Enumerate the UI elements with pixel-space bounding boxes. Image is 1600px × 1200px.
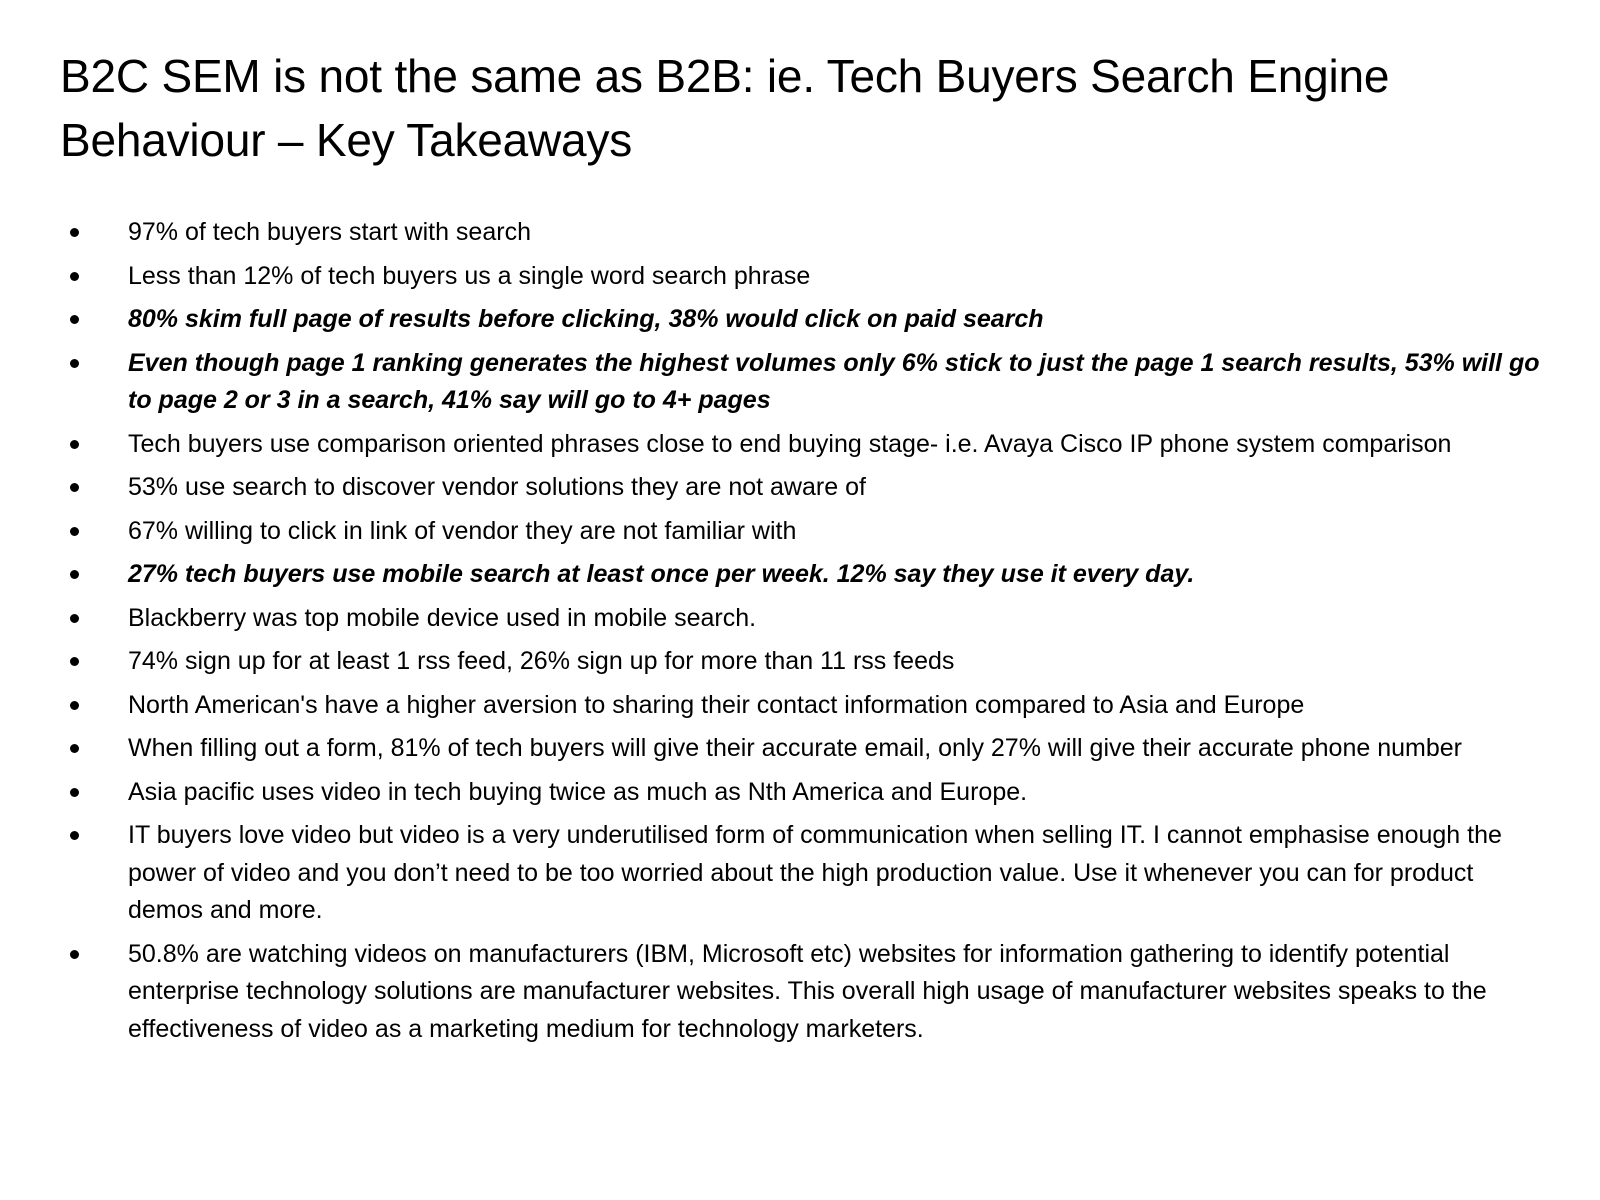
bullet-dot-icon	[70, 657, 79, 666]
bullet-text: 80% skim full page of results before cli…	[128, 305, 1044, 333]
bullet-item-emphasized: Even though page 1 ranking generates the…	[60, 345, 1550, 420]
slide-title: B2C SEM is not the same as B2B: ie. Tech…	[60, 44, 1540, 172]
bullet-text: IT buyers love video but video is a very…	[128, 821, 1502, 924]
bullet-item: Asia pacific uses video in tech buying t…	[60, 774, 1550, 812]
bullet-dot-icon	[70, 315, 79, 324]
bullet-item: 53% use search to discover vendor soluti…	[60, 469, 1550, 507]
bullet-text: 97% of tech buyers start with search	[128, 218, 531, 246]
bullet-item: 50.8% are watching videos on manufacture…	[60, 936, 1550, 1049]
bullet-dot-icon	[70, 744, 79, 753]
bullet-text: When filling out a form, 81% of tech buy…	[128, 734, 1462, 762]
bullet-text: Tech buyers use comparison oriented phra…	[128, 429, 1452, 458]
bullet-dot-icon	[70, 358, 79, 368]
bullet-text: Asia pacific uses video in tech buying t…	[128, 777, 1028, 806]
bullet-text: Blackberry was top mobile device used in…	[128, 603, 757, 632]
bullet-item: Tech buyers use comparison oriented phra…	[60, 426, 1550, 464]
bullet-item: North American's have a higher aversion …	[60, 687, 1550, 725]
bullet-item: 67% willing to click in link of vendor t…	[60, 513, 1550, 551]
bullet-dot-icon	[70, 228, 79, 237]
bullet-dot-icon	[70, 613, 79, 623]
bullet-item: Blackberry was top mobile device used in…	[60, 600, 1550, 638]
bullet-item-emphasized: 80% skim full page of results before cli…	[60, 301, 1550, 339]
bullet-text: 27% tech buyers use mobile search at lea…	[128, 560, 1195, 588]
slide: B2C SEM is not the same as B2B: ie. Tech…	[0, 0, 1600, 1200]
bullet-text: 53% use search to discover vendor soluti…	[128, 473, 866, 501]
bullet-dot-icon	[70, 831, 79, 840]
bullet-text: North American's have a higher aversion …	[128, 690, 1305, 719]
bullet-dot-icon	[70, 570, 79, 579]
bullet-text: Even though page 1 ranking generates the…	[128, 348, 1540, 415]
bullet-dot-icon	[70, 439, 79, 449]
bullet-item: IT buyers love video but video is a very…	[60, 817, 1550, 930]
slide-title-line-1: B2C SEM is not the same as B2B: ie. Tech…	[60, 50, 1390, 102]
bullet-item: When filling out a form, 81% of tech buy…	[60, 730, 1550, 768]
bullet-dot-icon	[70, 271, 79, 281]
bullet-item: 97% of tech buyers start with search	[60, 214, 1550, 252]
bullet-item: 74% sign up for at least 1 rss feed, 26%…	[60, 643, 1550, 681]
bullet-item: Less than 12% of tech buyers us a single…	[60, 258, 1550, 296]
bullet-text: 50.8% are watching videos on manufacture…	[128, 939, 1487, 1043]
bullet-dot-icon	[70, 483, 79, 492]
bullet-text: 67% willing to click in link of vendor t…	[128, 516, 797, 545]
bullet-text: Less than 12% of tech buyers us a single…	[128, 261, 811, 290]
slide-title-line-2: Behaviour – Key Takeaways	[60, 114, 633, 166]
bullet-dot-icon	[70, 787, 79, 797]
bullet-dot-icon	[70, 700, 79, 710]
bullet-dot-icon	[70, 526, 79, 536]
bullet-dot-icon	[70, 949, 79, 959]
bullet-list: 97% of tech buyers start with search Les…	[60, 214, 1550, 1054]
bullet-item-emphasized: 27% tech buyers use mobile search at lea…	[60, 556, 1550, 594]
bullet-text: 74% sign up for at least 1 rss feed, 26%…	[128, 647, 955, 675]
